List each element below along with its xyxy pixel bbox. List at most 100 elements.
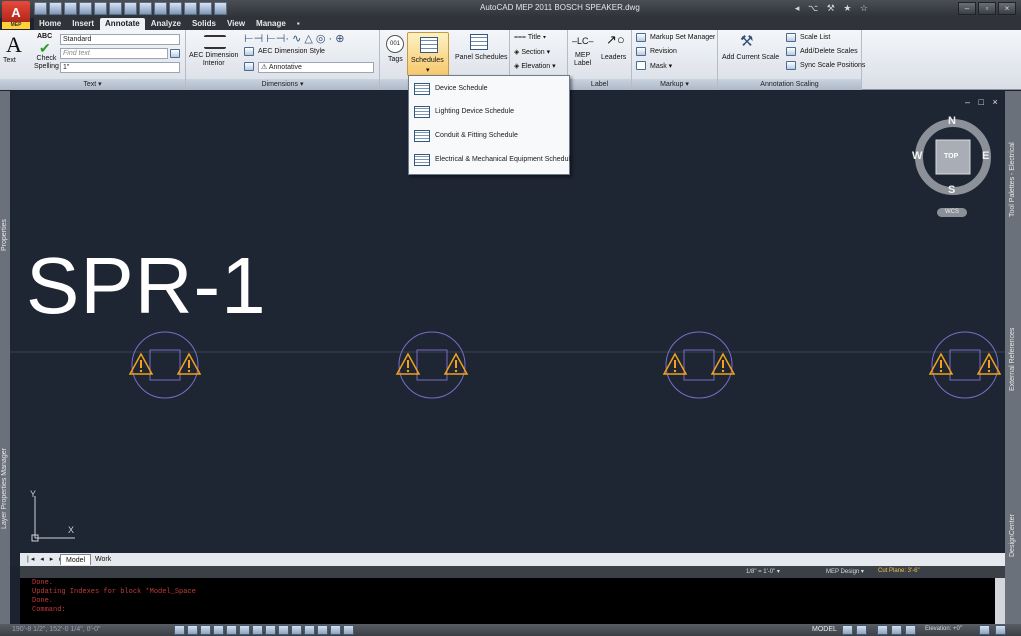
ribbon-tab-2[interactable]: Annotate	[100, 18, 145, 30]
ribbon-tab-0[interactable]: Home	[34, 18, 66, 30]
menu-item-conduit-fitting-schedule[interactable]: Conduit & Fitting Schedule	[411, 126, 567, 148]
leaders-label[interactable]: Leaders	[601, 54, 626, 61]
speaker-symbol-4[interactable]	[928, 331, 1002, 399]
quick-view-drawings-icon[interactable]	[856, 625, 867, 635]
command-prompt[interactable]: Command:	[32, 606, 983, 615]
info-center-icons[interactable]: ◂ ⌥ ⚒ ★ ☆	[795, 3, 871, 14]
viewcube-east[interactable]: E	[982, 150, 989, 162]
viewcube-south[interactable]: S	[948, 184, 955, 196]
restore-button[interactable]: ▫	[978, 2, 996, 15]
markup-panel-title[interactable]: Markup ▾	[632, 79, 717, 90]
3d-osnap-icon[interactable]	[252, 625, 263, 635]
otrack-icon[interactable]	[265, 625, 276, 635]
sync-scale-positions-label[interactable]: Sync Scale Positions	[800, 62, 865, 69]
open-icon[interactable]	[49, 2, 62, 15]
snap-icon[interactable]	[187, 625, 198, 635]
polar-icon[interactable]	[226, 625, 237, 635]
scale-list-icon[interactable]	[786, 33, 796, 42]
speaker-symbol-3[interactable]	[662, 331, 736, 399]
new-icon[interactable]	[34, 2, 47, 15]
save-as-icon[interactable]	[79, 2, 92, 15]
ribbon-tab-6[interactable]: Manage	[251, 18, 291, 30]
title-callout[interactable]: ⩶ Title ▾	[514, 34, 546, 42]
aec-dimension-icon[interactable]	[204, 35, 226, 49]
speaker-symbol-1[interactable]	[128, 331, 202, 399]
add-delete-scales-label[interactable]: Add/Delete Scales	[800, 48, 858, 55]
close-button[interactable]: ×	[998, 2, 1016, 15]
quick-properties-icon[interactable]	[330, 625, 341, 635]
add-current-scale-label[interactable]: Add Current Scale	[722, 54, 779, 61]
command-line-window[interactable]: Done. Updating Indexes for block *Model_…	[20, 578, 995, 624]
mask-label[interactable]: Mask ▾	[650, 62, 672, 70]
find-text-input[interactable]: Find text	[60, 48, 168, 59]
viewcube-face-label[interactable]: TOP	[944, 153, 958, 160]
add-current-scale-icon[interactable]: ⚒	[740, 32, 753, 50]
tab-model[interactable]: Model	[60, 554, 92, 565]
multiline-text-icon[interactable]: A	[6, 34, 22, 56]
selection-cycling-icon[interactable]	[343, 625, 354, 635]
application-menu-button[interactable]: A MEP	[2, 1, 30, 29]
label-panel-title[interactable]: Label	[568, 79, 631, 90]
find-replace-icon[interactable]	[170, 49, 180, 58]
toolbar-lock-icon[interactable]	[891, 625, 902, 635]
isolate-objects-icon[interactable]	[905, 625, 916, 635]
dimensions-panel-title[interactable]: Dimensions ▾	[186, 79, 379, 90]
properties-palette-tab[interactable]: Properties	[1, 219, 8, 251]
tags-label[interactable]: Tags	[388, 56, 403, 63]
text-style-combo[interactable]: Standard	[60, 34, 180, 45]
dimension-tools-icons[interactable]: ⊢⊣ ⊢⊣· ∿ △ ◎ · ⊕	[244, 32, 344, 45]
add-delete-scales-icon[interactable]	[786, 47, 796, 56]
minimize-button[interactable]: –	[958, 2, 976, 15]
markup-set-manager-icon[interactable]	[636, 33, 646, 42]
sync-scale-positions-icon[interactable]	[786, 61, 796, 70]
layer-icon[interactable]	[184, 2, 197, 15]
text-button-label[interactable]: Text	[3, 57, 16, 64]
viewcube-north[interactable]: N	[948, 115, 956, 127]
status-bar-menu-icon[interactable]	[979, 625, 990, 635]
project-browser-icon[interactable]	[139, 2, 152, 15]
viewport-controls[interactable]: – □ ×	[965, 97, 1001, 107]
osnap-icon[interactable]	[239, 625, 250, 635]
tags-icon[interactable]: 001	[386, 35, 404, 53]
command-line-scrollbar[interactable]	[995, 578, 1005, 624]
redo-icon[interactable]	[124, 2, 137, 15]
panel-schedules-icon[interactable]	[470, 34, 488, 50]
model-space-toggle[interactable]: MODEL	[812, 626, 837, 633]
clean-screen-icon[interactable]	[995, 625, 1006, 635]
workspace-icon[interactable]	[169, 2, 182, 15]
undo-icon[interactable]	[109, 2, 122, 15]
tool-palettes-tab[interactable]: Tool Palettes - Electrical	[1009, 142, 1016, 217]
lineweight-icon[interactable]	[304, 625, 315, 635]
spell-check-icon[interactable]: ✔	[39, 41, 51, 55]
annotative-combo[interactable]: ⚠ Annotative	[258, 62, 374, 73]
aec-dimension-style-icon[interactable]	[244, 47, 254, 56]
save-icon[interactable]	[64, 2, 77, 15]
grid-icon[interactable]	[200, 625, 211, 635]
ducs-icon[interactable]	[278, 625, 289, 635]
plot-icon[interactable]	[94, 2, 107, 15]
quick-view-layouts-icon[interactable]	[842, 625, 853, 635]
tab-work[interactable]: Work	[90, 554, 116, 565]
ribbon-tab-1[interactable]: Insert	[67, 18, 99, 30]
dyn-icon[interactable]	[291, 625, 302, 635]
text-panel-title[interactable]: Text ▾	[0, 79, 185, 90]
leaders-icon[interactable]: ↗○	[606, 32, 625, 48]
infer-constraints-icon[interactable]	[174, 625, 185, 635]
panel-schedules-label[interactable]: Panel Schedules	[455, 54, 508, 61]
viewcube-west[interactable]: W	[912, 150, 922, 162]
elevation-readout[interactable]: Elevation: +0"	[925, 626, 962, 632]
menu-item-equipment-schedule[interactable]: Electrical & Mechanical Equipment Schedu…	[411, 150, 574, 172]
section-callout[interactable]: ◈ Section ▾	[514, 48, 550, 56]
schedules-button[interactable]: Schedules ▾	[407, 32, 449, 76]
markup-set-manager-label[interactable]: Markup Set Manager	[650, 34, 715, 41]
layer-properties-palette-tab[interactable]: Layer Properties Manager	[1, 448, 8, 529]
qat-dropdown-icon[interactable]	[214, 2, 227, 15]
annotation-scale[interactable]: 1/8" = 1'-0" ▾	[746, 568, 780, 575]
ribbon-tab-3[interactable]: Analyze	[146, 18, 186, 30]
aec-dimension-style-label[interactable]: AEC Dimension Style	[258, 48, 325, 55]
transparency-icon[interactable]	[317, 625, 328, 635]
mep-label-label[interactable]: MEP Label	[574, 52, 591, 68]
project-navigator-icon[interactable]	[154, 2, 167, 15]
cut-plane[interactable]: Cut Plane: 3'-6"	[878, 568, 920, 574]
match-properties-icon[interactable]	[199, 2, 212, 15]
